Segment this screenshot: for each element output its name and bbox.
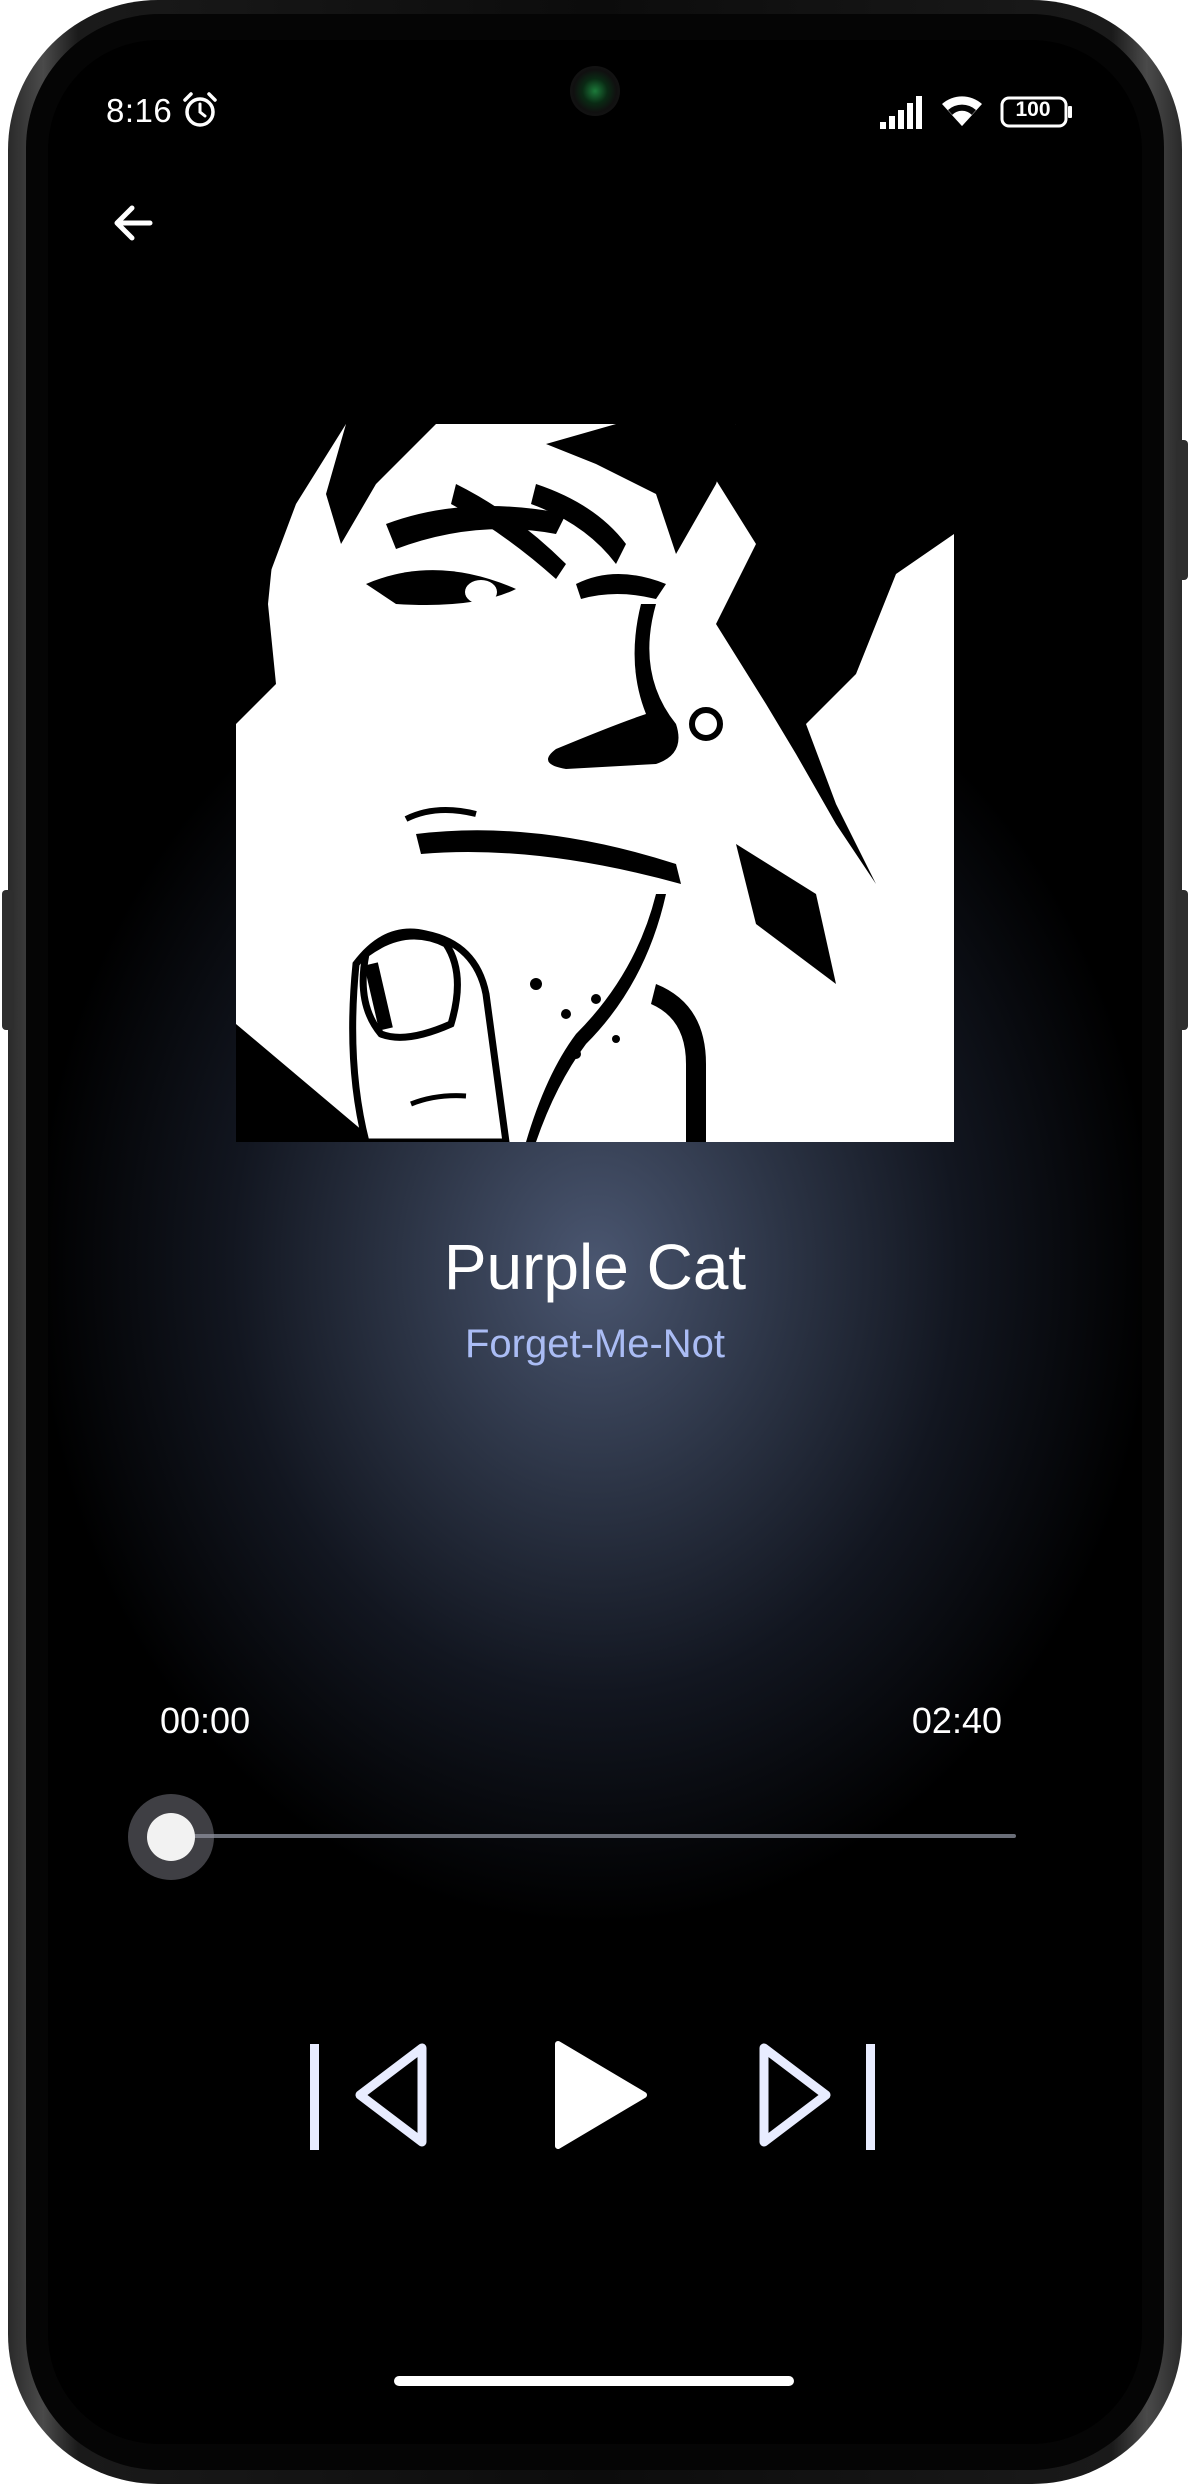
player-screen: 8:16 100 Purple Cat Forget-Me-Not 00:00 … xyxy=(48,40,1142,2444)
power-button xyxy=(1176,440,1188,580)
signal-icon xyxy=(880,96,922,129)
seek-bar[interactable] xyxy=(176,1834,1016,1838)
volume-button xyxy=(2,890,14,1030)
song-artist: Forget-Me-Not xyxy=(464,1322,726,1366)
skip-next-icon[interactable] xyxy=(748,2030,888,2160)
seek-thumb-knob[interactable] xyxy=(147,1813,195,1861)
arrow-left-icon[interactable] xyxy=(100,188,170,258)
home-indicator[interactable] xyxy=(394,2376,794,2386)
battery-level: 100 xyxy=(1015,98,1051,121)
status-time: 8:16 xyxy=(106,92,173,129)
total-time: 02:40 xyxy=(911,1700,1002,1741)
album-art xyxy=(236,424,954,1142)
play-icon[interactable] xyxy=(544,2030,654,2160)
alarm-icon xyxy=(183,92,217,127)
side-button xyxy=(1176,890,1188,1030)
status-bar: 8:16 100 xyxy=(48,40,1142,190)
skip-previous-icon[interactable] xyxy=(298,2030,438,2160)
wifi-icon xyxy=(942,96,982,126)
front-camera xyxy=(570,66,620,116)
song-title: Purple Cat xyxy=(443,1231,747,1303)
current-time: 00:00 xyxy=(160,1700,251,1741)
